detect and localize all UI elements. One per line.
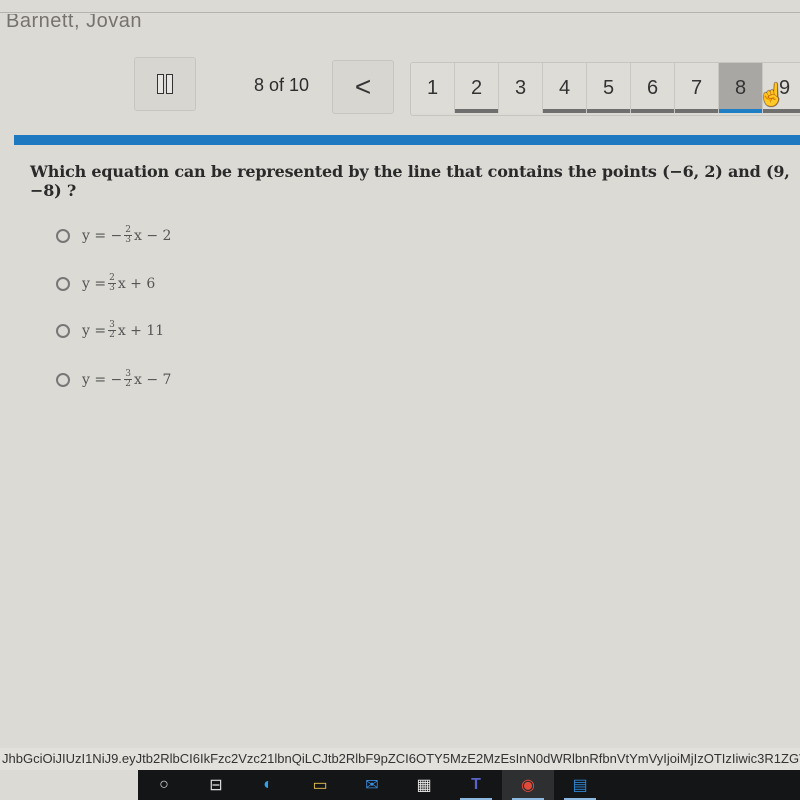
page-button-5[interactable]: 5 [587, 63, 631, 113]
url-text: JhbGciOiJIUzI1NiJ9.eyJtb2RlbCI6IkFzc2Vzc… [0, 748, 800, 770]
radio-button[interactable] [56, 372, 70, 387]
page-button-3[interactable]: 3 [499, 63, 543, 113]
teams-icon[interactable]: T [450, 770, 502, 800]
page-button-8[interactable]: 8 [719, 63, 763, 113]
choice-prefix: y = [82, 275, 107, 292]
page-button-1[interactable]: 1 [411, 63, 455, 113]
pause-icon [157, 74, 164, 94]
file-explorer-icon[interactable]: ▭ [294, 770, 346, 800]
mail-icon[interactable]: ✉ [346, 770, 398, 800]
taskbar: ○ ⊟ ◐ ▭ ✉ ▦ T ◉ ▤ [138, 770, 800, 800]
fraction: 23 [124, 225, 133, 245]
task-view-icon[interactable]: ⊟ [190, 770, 242, 800]
radio-button[interactable] [56, 228, 70, 243]
radio-button[interactable] [56, 276, 70, 291]
answer-choice-3[interactable]: y = 32 x + 11 [56, 321, 164, 340]
choice-suffix: x + 6 [117, 275, 156, 292]
calendar-icon[interactable]: ▤ [554, 770, 606, 800]
previous-button[interactable]: < [332, 60, 394, 114]
window-top-border [0, 12, 800, 13]
question-text: Which equation can be represented by the… [30, 162, 790, 200]
search-icon[interactable]: ○ [138, 770, 190, 800]
fraction: 23 [108, 273, 116, 293]
hand-cursor-icon: ☝ [758, 82, 786, 107]
store-icon[interactable]: ▦ [398, 770, 450, 800]
pause-button[interactable] [134, 57, 196, 111]
chrome-icon[interactable]: ◉ [502, 770, 554, 800]
student-name: Barnett, Jovan [6, 14, 142, 30]
answer-choice-1[interactable]: y = − 23 x − 2 [56, 226, 171, 245]
edge-icon[interactable]: ◐ [242, 770, 294, 800]
choice-prefix: y = − [82, 371, 123, 388]
choice-prefix: y = − [82, 227, 123, 244]
fraction: 32 [124, 369, 133, 389]
choice-suffix: x − 2 [134, 227, 172, 244]
radio-button[interactable] [56, 323, 70, 338]
page-button-2[interactable]: 2 [455, 63, 499, 113]
choice-suffix: x + 11 [117, 322, 165, 339]
answer-choice-2[interactable]: y = 23 x + 6 [56, 274, 155, 293]
answer-choice-4[interactable]: y = − 32 x − 7 [56, 370, 171, 389]
page-button-7[interactable]: 7 [675, 63, 719, 113]
question-pager: 1 2 3 4 5 6 7 8 9 [410, 62, 800, 116]
pause-icon [166, 74, 173, 94]
choice-suffix: x − 7 [134, 371, 172, 388]
page-button-4[interactable]: 4 [543, 63, 587, 113]
choice-prefix: y = [82, 322, 107, 339]
fraction: 32 [108, 320, 116, 340]
question-counter: 8 of 10 [254, 75, 310, 95]
page-button-6[interactable]: 6 [631, 63, 675, 113]
progress-bar [14, 135, 800, 145]
